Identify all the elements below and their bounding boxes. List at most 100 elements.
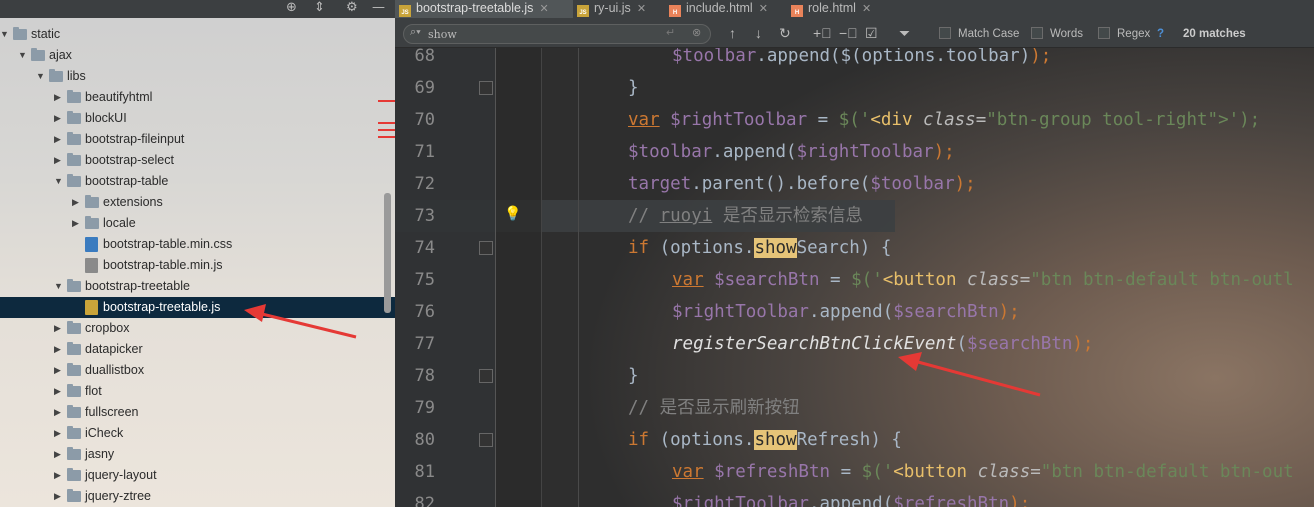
tab-bootstrap-treetable[interactable]: JS bootstrap-treetable.js ✕ [395, 0, 573, 18]
tree-item[interactable]: ▼ libs [0, 66, 395, 87]
close-icon[interactable]: ✕ [759, 3, 768, 15]
clear-icon[interactable]: ⊗ [692, 26, 701, 39]
collapse-right-icon[interactable]: ▶ [54, 87, 64, 108]
expand-down-icon[interactable]: ▼ [36, 66, 46, 87]
match-case-checkbox[interactable] [939, 27, 951, 39]
collapse-right-icon[interactable]: ▶ [54, 108, 64, 129]
tree-item[interactable]: ▼ bootstrap-treetable [0, 276, 395, 297]
add-occurrence-icon[interactable]: +⃞ [813, 24, 832, 42]
tree-item[interactable]: ▶ jquery-layout [0, 465, 395, 486]
close-icon[interactable]: ✕ [637, 3, 646, 15]
code-token: "btn-group tool-right" [986, 110, 1219, 130]
tree-item[interactable]: bootstrap-treetable.js [0, 297, 395, 318]
tree-item[interactable]: ▶ duallistbox [0, 360, 395, 381]
code-editor[interactable]: 68 69 70 71 72 73 74 75 76 77 78 79 80 81 82 💡 $toolba… [395, 48, 1314, 507]
collapse-right-icon[interactable]: ▶ [54, 129, 64, 150]
collapse-right-icon[interactable]: ▶ [72, 213, 82, 234]
code-token: var [672, 270, 704, 290]
tree-item[interactable]: ▶ bootstrap-select [0, 150, 395, 171]
tree-item[interactable]: bootstrap-table.min.css [0, 234, 395, 255]
collapse-right-icon[interactable]: ▶ [54, 381, 64, 402]
remove-occurrence-icon[interactable]: −⃞ [839, 24, 858, 42]
tree-item[interactable]: bootstrap-table.min.js [0, 255, 395, 276]
tree-item[interactable]: ▶ blockUI [0, 108, 395, 129]
tab-role-html[interactable]: Hrole.html ✕ [787, 0, 883, 18]
collapse-right-icon[interactable]: ▶ [54, 150, 64, 171]
locate-icon[interactable]: ⊕ [286, 0, 297, 16]
tree-scrollbar[interactable] [384, 193, 391, 313]
close-icon[interactable]: ✕ [539, 3, 548, 15]
words-checkbox[interactable] [1031, 27, 1043, 39]
lightbulb-icon[interactable]: 💡 [504, 206, 521, 222]
code-line-78: } [628, 366, 639, 386]
tab-ry-ui[interactable]: JS ry-ui.js ✕ [573, 0, 661, 18]
collapse-right-icon[interactable]: ▶ [54, 465, 64, 486]
expand-down-icon[interactable]: ▼ [0, 24, 10, 45]
expand-down-icon[interactable]: ▼ [54, 171, 64, 192]
tree-item[interactable]: ▶ datapicker [0, 339, 395, 360]
error-stripe-mark[interactable] [378, 122, 395, 124]
tree-item[interactable]: ▶ beautifyhtml [0, 87, 395, 108]
tree-item[interactable]: ▶ extensions [0, 192, 395, 213]
folder-icon [67, 132, 81, 145]
gear-icon[interactable]: ⚙ [346, 0, 358, 16]
search-icon[interactable]: ⌕▾ [410, 26, 421, 39]
next-match-icon[interactable]: ↓ [755, 24, 762, 42]
search-field[interactable]: ⌕▾ ↵ ⊗ [403, 24, 711, 44]
code-token: >'); [1218, 110, 1261, 130]
collapse-right-icon[interactable]: ▶ [54, 339, 64, 360]
tree-item[interactable]: ▶ locale [0, 213, 395, 234]
tree-item[interactable]: ▶ cropbox [0, 318, 395, 339]
collapse-right-icon[interactable]: ▶ [72, 192, 82, 213]
expand-down-icon[interactable]: ▼ [18, 45, 28, 66]
collapse-right-icon[interactable]: ▶ [54, 360, 64, 381]
fold-marker-icon[interactable] [479, 241, 493, 255]
line-number: 72 [414, 174, 435, 194]
tree-item[interactable]: ▶ iCheck [0, 423, 395, 444]
previous-match-icon[interactable]: ↑ [729, 24, 736, 42]
tree-item-label: jquery-ztree [85, 489, 151, 503]
folder-icon [67, 321, 81, 334]
expand-down-icon[interactable]: ▼ [54, 276, 64, 297]
code-line-73: // ruoyi 是否显示检索信息 [628, 200, 863, 232]
tab-include-html[interactable]: Hinclude.html ✕ [665, 0, 787, 18]
tree-item-label: duallistbox [85, 363, 145, 377]
collapse-right-icon[interactable]: ▶ [54, 444, 64, 465]
code-line-79: // 是否显示刷新按钮 [628, 398, 800, 418]
tree-item[interactable]: ▶ jasny [0, 444, 395, 465]
code-token: $toolbar [870, 174, 955, 194]
tree-item[interactable]: ▼ static [0, 24, 395, 45]
tree-item[interactable]: ▶ flot [0, 381, 395, 402]
error-stripe-mark[interactable] [378, 100, 395, 102]
regex-checkbox[interactable] [1098, 27, 1110, 39]
folder-icon [67, 279, 81, 292]
collapse-right-icon[interactable]: ▶ [54, 486, 64, 507]
regex-help-icon[interactable]: ? [1157, 28, 1164, 40]
collapse-right-icon[interactable]: ▶ [54, 423, 64, 444]
newline-icon[interactable]: ↵ [666, 26, 675, 39]
code-token: if [628, 238, 650, 258]
fold-marker-icon[interactable] [479, 369, 493, 383]
filter-icon[interactable]: ⏷ [899, 24, 910, 42]
tree-item[interactable]: ▶ bootstrap-fileinput [0, 129, 395, 150]
tree-item-label: jquery-layout [85, 468, 157, 482]
tree-item[interactable]: ▼ ajax [0, 45, 395, 66]
regex-label: Regex [1117, 28, 1151, 40]
tree-item-label: bootstrap-table.min.css [103, 237, 233, 251]
tree-item[interactable]: ▼ bootstrap-table [0, 171, 395, 192]
find-all-icon[interactable]: ↻ [779, 24, 791, 42]
error-stripe-mark[interactable] [378, 136, 395, 138]
close-icon[interactable]: ✕ [862, 3, 871, 15]
gutter-separator [495, 48, 542, 507]
error-stripe-mark[interactable] [378, 129, 395, 131]
collapse-icon[interactable]: ⇕ [314, 0, 325, 16]
hide-icon[interactable]: — [372, 0, 385, 16]
search-input[interactable] [428, 26, 668, 42]
fold-marker-icon[interactable] [479, 81, 493, 95]
tree-item[interactable]: ▶ jquery-ztree [0, 486, 395, 507]
tree-item[interactable]: ▶ fullscreen [0, 402, 395, 423]
collapse-right-icon[interactable]: ▶ [54, 318, 64, 339]
fold-marker-icon[interactable] [479, 433, 493, 447]
select-all-icon[interactable]: ☑ [865, 24, 878, 42]
collapse-right-icon[interactable]: ▶ [54, 402, 64, 423]
